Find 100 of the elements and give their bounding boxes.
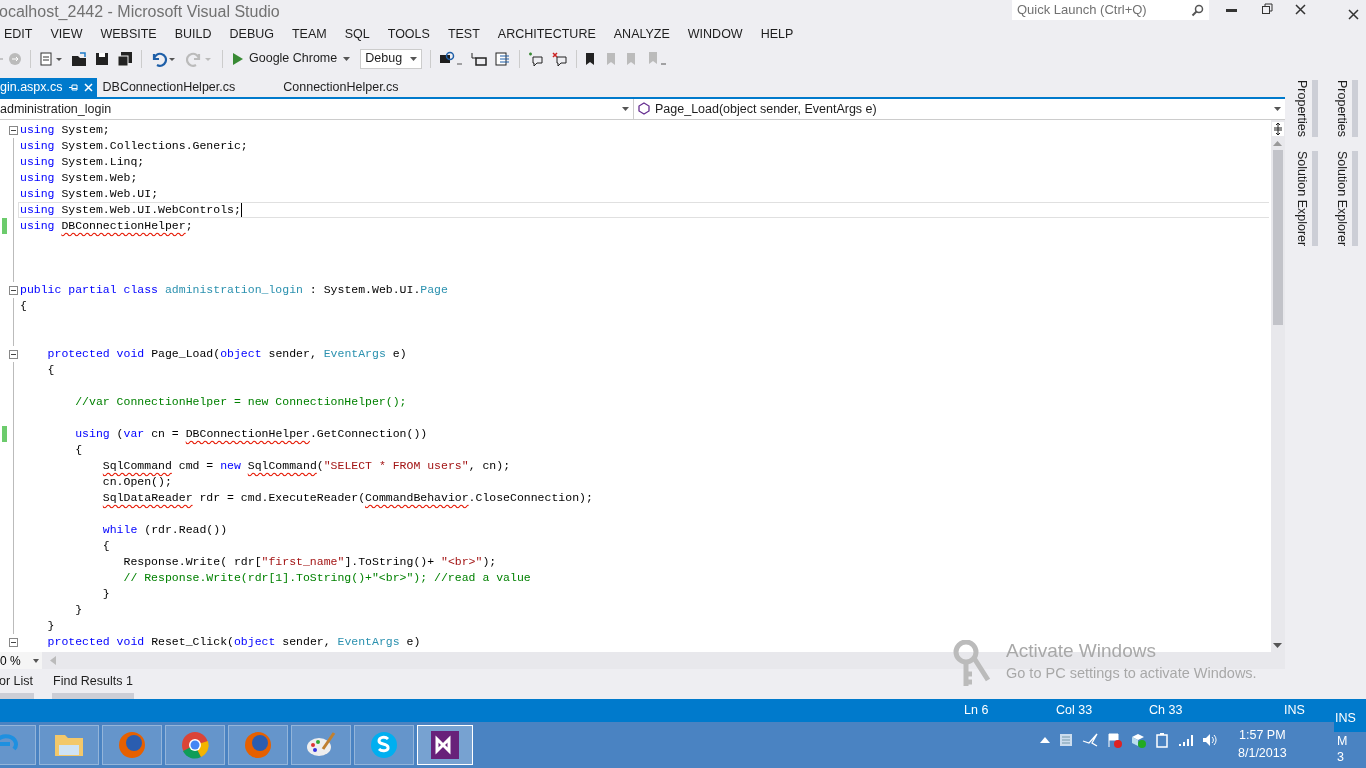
document-tab[interactable]: gin.aspx.cs	[0, 78, 97, 97]
clock[interactable]: 1:57 PM 8/1/2013	[1238, 726, 1287, 762]
collapse-icon[interactable]	[9, 350, 18, 359]
collapse-icon[interactable]	[9, 126, 18, 135]
code-line: {	[46, 362, 56, 378]
menu-item[interactable]: SQL	[335, 25, 379, 44]
code-line: {	[101, 538, 111, 554]
collapse-icon[interactable]	[9, 638, 18, 647]
code-line: using (var cn = DBConnectionHelper.GetConnection())	[74, 426, 429, 442]
window-title: ocalhost_2442 - Microsoft Visual Studio	[0, 2, 280, 22]
caret-icon	[1273, 107, 1281, 111]
code-line: public partial class administration_login : System.Web.UI.Page	[20, 282, 449, 298]
code-line: //var ConnectionHelper = new ConnectionHelper();	[74, 394, 408, 410]
code-line: protected void Reset_Click(object sender, EventArgs e)	[46, 634, 422, 650]
taskbar-button[interactable]	[417, 725, 473, 765]
insert-mode-indicator: INS	[1284, 702, 1305, 720]
close-icon[interactable]	[1295, 4, 1306, 15]
quick-launch-field[interactable]: Quick Launch (Ctrl+Q)	[1012, 0, 1209, 20]
find-icon[interactable]	[439, 50, 464, 67]
remove-bookmark-icon[interactable]	[552, 50, 569, 67]
clock-fragment: M	[1337, 733, 1348, 750]
code-line: }	[74, 602, 84, 618]
column-indicator: Col 33	[1056, 702, 1093, 720]
menu-item[interactable]: HELP	[751, 25, 803, 44]
code-line: {	[74, 442, 84, 458]
code-line: }	[101, 586, 111, 602]
menu-item[interactable]: BUILD	[165, 25, 221, 44]
method-icon	[638, 102, 652, 116]
save-icon[interactable]	[95, 51, 109, 66]
side-panel-tab[interactable]: Properties	[1332, 80, 1358, 137]
show-hidden-icon[interactable]	[1040, 737, 1050, 743]
play-icon	[233, 52, 243, 65]
menu-item[interactable]: EDIT	[0, 25, 42, 44]
caret-icon	[622, 107, 629, 111]
line-indicator: Ln 6	[964, 702, 989, 720]
zoom-dropdown[interactable]: 0 %	[0, 652, 42, 669]
menu-item[interactable]: ANALYZE	[604, 25, 679, 44]
menu-item[interactable]: WINDOW	[678, 25, 752, 44]
close-icon[interactable]	[1348, 9, 1359, 20]
restore-icon[interactable]	[1262, 3, 1273, 14]
code-line: {	[20, 298, 28, 314]
scroll-down-icon[interactable]	[1273, 643, 1282, 648]
side-panel-tab[interactable]: Solution Explorer	[1332, 151, 1358, 247]
menu-item[interactable]: WEBSITE	[91, 25, 166, 44]
comment-icon[interactable]	[495, 50, 512, 67]
member-dropdown[interactable]: Page_Load(object sender, EventArgs e)	[634, 99, 1285, 119]
menu-item[interactable]: DEBUG	[220, 25, 283, 44]
add-bookmark-icon[interactable]	[528, 50, 545, 67]
activation-title: Activate Windows	[1006, 640, 1157, 662]
side-panel-tab[interactable]: Properties	[1292, 80, 1319, 137]
scrollbar-thumb[interactable]	[1272, 150, 1283, 325]
code-line: using DBConnectionHelper;	[20, 218, 194, 234]
code-line: cn.Open();	[101, 474, 173, 490]
pin-icon[interactable]	[68, 83, 78, 92]
document-tab[interactable]: DBConnectionHelper.cs	[96, 78, 242, 97]
scroll-up-icon[interactable]	[1273, 141, 1282, 146]
start-debugging-button[interactable]: Google Chrome	[231, 48, 353, 69]
menu-item[interactable]: TOOLS	[378, 25, 439, 44]
power-icon[interactable]	[1154, 732, 1170, 748]
menu-item[interactable]: VIEW	[41, 25, 92, 44]
indent-icon[interactable]	[471, 50, 488, 67]
split-handle-icon[interactable]	[1271, 122, 1284, 136]
caret-icon	[410, 56, 418, 61]
signal-icon[interactable]	[1178, 733, 1194, 747]
new-project-icon[interactable]	[39, 50, 63, 67]
bookmark-icon[interactable]	[585, 51, 596, 66]
menu-item[interactable]: ARCHITECTURE	[488, 25, 605, 44]
flag-icon[interactable]	[1106, 732, 1122, 748]
side-panel-tab[interactable]: Solution Explorer	[1292, 151, 1319, 247]
open-icon[interactable]	[71, 50, 87, 67]
menu-item[interactable]: TEST	[438, 25, 489, 44]
configuration-dropdown[interactable]: Debug	[360, 48, 423, 69]
bird-icon[interactable]	[1082, 732, 1098, 748]
code-line: }	[46, 618, 56, 634]
code-line: while (rdr.Read())	[101, 522, 229, 538]
search-icon	[1191, 3, 1204, 17]
caret-icon	[33, 658, 39, 663]
undo-icon[interactable]	[150, 50, 178, 67]
code-line: using System;	[20, 122, 111, 138]
code-line: // Response.Write(rdr[1].ToString()+"<br>"); //read a value	[122, 570, 532, 586]
caret-icon	[343, 56, 351, 61]
document-tab[interactable]: ConnectionHelper.cs	[277, 78, 405, 97]
menu-item[interactable]: TEAM	[283, 25, 336, 44]
code-line: SqlCommand cmd = new SqlCommand("SELECT * FROM users", cn);	[101, 458, 512, 474]
save-all-icon[interactable]	[117, 50, 133, 67]
code-line: protected void Page_Load(object sender, EventArgs e)	[46, 346, 408, 362]
code-line: SqlDataReader rdr = cmd.ExecuteReader(CommandBehavior.CloseConnection);	[101, 490, 594, 506]
code-line: using System.Web.UI;	[20, 186, 160, 202]
box-icon[interactable]	[1130, 732, 1146, 748]
code-line: using System.Web.UI.WebControls;	[18, 202, 1269, 218]
clock-fragment: 3	[1337, 749, 1344, 766]
collapse-icon[interactable]	[9, 286, 18, 295]
network-drive-icon[interactable]	[1058, 732, 1074, 748]
activation-message: Go to PC settings to activate Windows.	[1006, 664, 1257, 683]
code-line: using System.Web;	[20, 170, 139, 186]
code-line: Response.Write( rdr["first_name"].ToString()+ "<br>");	[122, 554, 498, 570]
type-dropdown[interactable]: administration_login	[0, 99, 634, 119]
volume-icon[interactable]	[1202, 732, 1218, 748]
char-indicator: Ch 33	[1149, 702, 1183, 720]
code-line: using System.Collections.Generic;	[20, 138, 249, 154]
